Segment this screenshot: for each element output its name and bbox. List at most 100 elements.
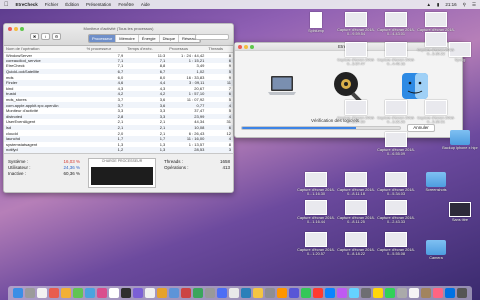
dock-app-icon[interactable] — [289, 288, 299, 298]
dock-app-icon[interactable] — [325, 288, 335, 298]
desktop-folder[interactable]: Camera — [416, 240, 456, 260]
desktop-file[interactable]: Capture d'écran 2018-0...2.43.33 — [376, 200, 416, 224]
stat-value: 413 — [222, 165, 230, 170]
desktop-file[interactable]: Capture d'écran 2018-0...6.27.50 — [336, 100, 376, 124]
dock-app-icon[interactable] — [61, 288, 71, 298]
dock-app-icon[interactable] — [373, 288, 383, 298]
dock-app-icon[interactable] — [169, 288, 179, 298]
dock-app-icon[interactable] — [253, 288, 263, 298]
desktop-file[interactable]: Capture d'écran 2018-0...9.59.54 — [336, 12, 376, 36]
desktop-file[interactable]: Capture d'écran 2018-0...5.34.03 — [376, 172, 416, 196]
dock-app-icon[interactable] — [133, 288, 143, 298]
dock-app-icon[interactable] — [337, 288, 347, 298]
desktop-file[interactable]: Capture d'écran 2018-0...3.22.26 — [376, 100, 416, 124]
dock-app-icon[interactable] — [313, 288, 323, 298]
battery-icon[interactable]: ▮ — [437, 2, 439, 8]
dock-app-icon[interactable] — [421, 288, 431, 298]
dock-app-icon[interactable] — [109, 288, 119, 298]
cancel-button[interactable]: Annuler — [407, 124, 435, 132]
menu-app-name[interactable]: EtreCheck — [16, 2, 38, 7]
wifi-icon[interactable]: ▲ — [426, 2, 430, 7]
desktop-item-label: Sans titre — [451, 218, 469, 222]
dock-app-icon[interactable] — [385, 288, 395, 298]
dock-app-icon[interactable] — [409, 288, 419, 298]
desktop-file[interactable]: Capture d'écran 2018-0...8.18.22 — [336, 232, 376, 256]
dock-app-icon[interactable] — [433, 288, 443, 298]
dock-app-icon[interactable] — [49, 288, 59, 298]
tab-cpu[interactable]: Processeur — [89, 35, 117, 42]
process-table: Nom de l'opération % processeur Temps d'… — [4, 46, 233, 154]
menu-extras: ▲ ▮ 21:16 ⚲ ☰ — [426, 2, 476, 8]
search-icon[interactable]: ⚲ — [463, 2, 466, 8]
table-row[interactable]: coreaudiod_service 7,1 7,1 1 : 15,21 6 — [4, 57, 233, 64]
desktop-file[interactable]: Capture d'écran 2018-0...5.57.47 — [336, 42, 376, 66]
desktop-file[interactable]: Spinlump — [296, 12, 336, 33]
dock-app-icon[interactable] — [241, 288, 251, 298]
menu-list-icon[interactable]: ☰ — [472, 2, 476, 8]
desktop-file[interactable]: Capture d'écran 2018-0...8.11.25 — [336, 200, 376, 224]
dock-app-icon[interactable] — [157, 288, 167, 298]
apple-menu-icon[interactable]:  — [4, 2, 9, 8]
dock-app-icon[interactable] — [361, 288, 371, 298]
desktop-file[interactable]: Capture d'écran 2018-0...1.16.44 — [296, 200, 336, 224]
dock-app-icon[interactable] — [73, 288, 83, 298]
dock-app-icon[interactable] — [265, 288, 275, 298]
search-input[interactable] — [195, 34, 229, 40]
activity-monitor-titlebar: Moniteur d'activité (Tous les processus)… — [4, 24, 233, 46]
stop-process-icon[interactable]: ✖ — [30, 33, 39, 40]
dock-app-icon[interactable] — [397, 288, 407, 298]
screenshot-thumbnail-icon — [345, 12, 367, 27]
desktop-item-label: Capture d'écran 2018-0...2.43.33 — [377, 216, 415, 224]
desktop-file[interactable]: Sans titre — [440, 202, 480, 222]
desktop-file[interactable]: Capture d'écran 2018-0...1.20.57 — [296, 232, 336, 256]
desktop-file[interactable]: Capture d'écran 2018-0...5.39.51 — [416, 100, 456, 124]
dock-app-icon[interactable] — [217, 288, 227, 298]
dock-app-icon[interactable] — [181, 288, 191, 298]
image-thumbnail-icon — [449, 202, 471, 217]
dock-app-icon[interactable] — [37, 288, 47, 298]
dock-app-icon[interactable] — [13, 288, 23, 298]
desktop-item-label: Spotlg — [454, 58, 466, 62]
screenshot-thumbnail-icon — [345, 232, 367, 247]
clock[interactable]: 21:16 — [445, 2, 456, 7]
table-row[interactable]: QuickLookSatellite 6,7 6,7 1,02 5 — [4, 68, 233, 75]
dock-app-icon[interactable] — [85, 288, 95, 298]
table-row[interactable]: com.apple.appkit.xpc.openAn 3,7 3,6 0,77 4 — [4, 102, 233, 108]
toolbar-buttons: ✖ i ⚙ — [30, 33, 61, 40]
desktop-folder[interactable]: Screenshots — [416, 172, 456, 192]
dock-app-icon[interactable] — [193, 288, 203, 298]
desktop-file[interactable]: Capture d'écran 2018-0...5.55.08 — [376, 232, 416, 256]
screenshot-thumbnail-icon — [345, 200, 367, 215]
dock-app-icon[interactable] — [25, 288, 35, 298]
zoom-button[interactable] — [250, 45, 254, 49]
dock-app-icon[interactable] — [229, 288, 239, 298]
menu-view[interactable]: Présentation — [86, 2, 111, 7]
menu-file[interactable]: Fichier — [45, 2, 59, 7]
dock-app-icon[interactable] — [349, 288, 359, 298]
dock-app-icon[interactable] — [277, 288, 287, 298]
menu-help[interactable]: Aide — [141, 2, 150, 7]
menu-edit[interactable]: Édition — [65, 2, 79, 7]
desktop-file[interactable]: Capture d'écran 2018-0...8.11.18 — [336, 172, 376, 196]
dock-app-icon[interactable] — [97, 288, 107, 298]
tab-memory[interactable]: Mémoire — [116, 35, 139, 42]
info-icon[interactable]: i — [41, 33, 50, 40]
dock-app-icon[interactable] — [301, 288, 311, 298]
desktop-folder[interactable]: Backup iphone x hipr — [440, 130, 480, 150]
menu-window[interactable]: Fenêtre — [118, 2, 134, 7]
tab-disk[interactable]: Disque — [159, 35, 180, 42]
desktop-file[interactable]: Capture d'écran 2018-0...4.40.16 — [376, 42, 416, 66]
dock-app-icon[interactable] — [445, 288, 455, 298]
tab-energy[interactable]: Énergie — [138, 35, 160, 42]
desktop-file[interactable]: Capture d'écran 2018-0...5.30.22 — [416, 32, 456, 56]
dock-app-icon[interactable] — [145, 288, 155, 298]
dock-app-icon[interactable] — [457, 288, 467, 298]
minimize-button[interactable] — [244, 45, 248, 49]
desktop-file[interactable]: Capture d'écran 2018-0...6.55.09 — [376, 132, 416, 156]
gear-icon[interactable]: ⚙ — [52, 33, 61, 40]
desktop-file[interactable]: Capture d'écran 2018-0...1.16.30 — [296, 172, 336, 196]
close-button[interactable] — [238, 45, 242, 49]
desktop-file[interactable]: Capture d'écran 2018-0...4.43.01 — [376, 12, 416, 36]
dock-app-icon[interactable] — [121, 288, 131, 298]
dock-app-icon[interactable] — [205, 288, 215, 298]
